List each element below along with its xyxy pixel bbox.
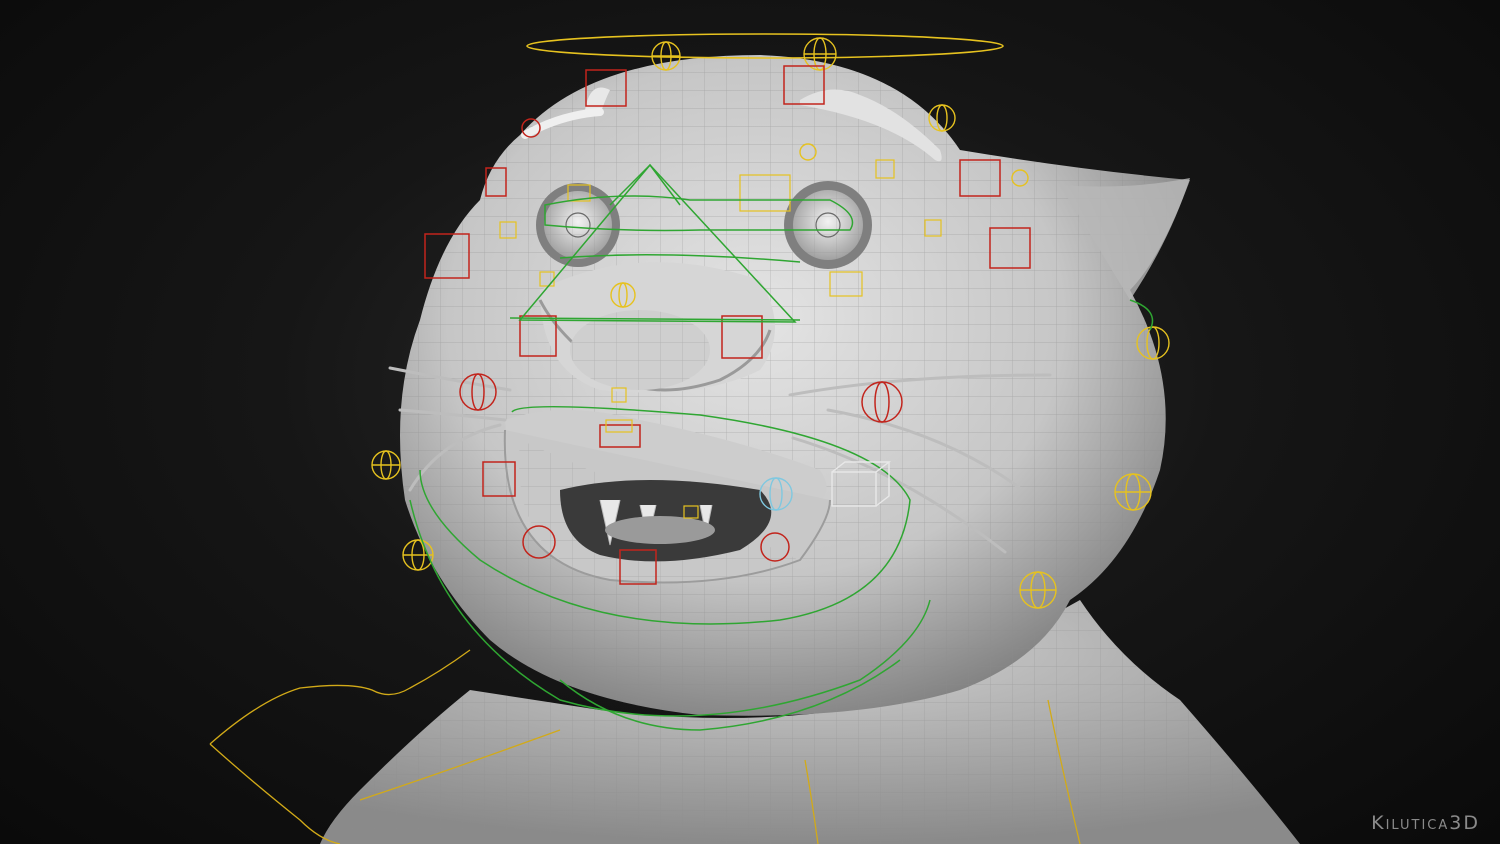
right-eye	[784, 181, 872, 269]
watermark-text: Kilutica3D	[1371, 812, 1480, 834]
character-rig-render	[209, 33, 1300, 844]
mouth	[560, 480, 772, 562]
head-halo-control	[526, 33, 1004, 59]
3d-viewport[interactable]: Kilutica3D	[0, 0, 1500, 844]
